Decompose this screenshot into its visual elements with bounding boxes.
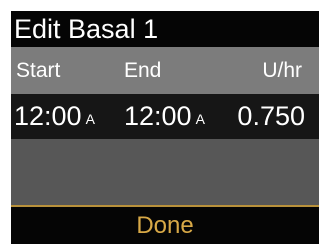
start-time-cell[interactable]: 12:00 A [14,100,95,135]
start-column-header: Start [16,59,61,82]
empty-list-area [11,139,319,205]
table-header: Start End U/hr [11,47,319,94]
done-highlight-line [11,205,319,207]
done-button[interactable]: Done [11,205,319,244]
done-label: Done [136,212,194,239]
screen-title: Edit Basal 1 [14,14,159,44]
rate-column-header: U/hr [262,59,302,82]
basal-segment-row[interactable]: 12:00 A 12:00 A 0.750 [11,94,319,139]
start-time-ampm: A [85,111,95,127]
action-bar: Done [11,205,319,244]
end-column-header: End [124,59,162,82]
pump-screen: Edit Basal 1 Start End U/hr 12:00 A 12:00… [11,11,319,244]
end-time-value: 12:00 [124,101,192,131]
start-time-value: 12:00 [14,101,82,131]
end-time-cell[interactable]: 12:00 A [124,100,205,135]
title-bar: Edit Basal 1 [11,11,319,47]
basal-rate-cell[interactable]: 0.750 [237,100,305,132]
end-time-ampm: A [195,111,205,127]
